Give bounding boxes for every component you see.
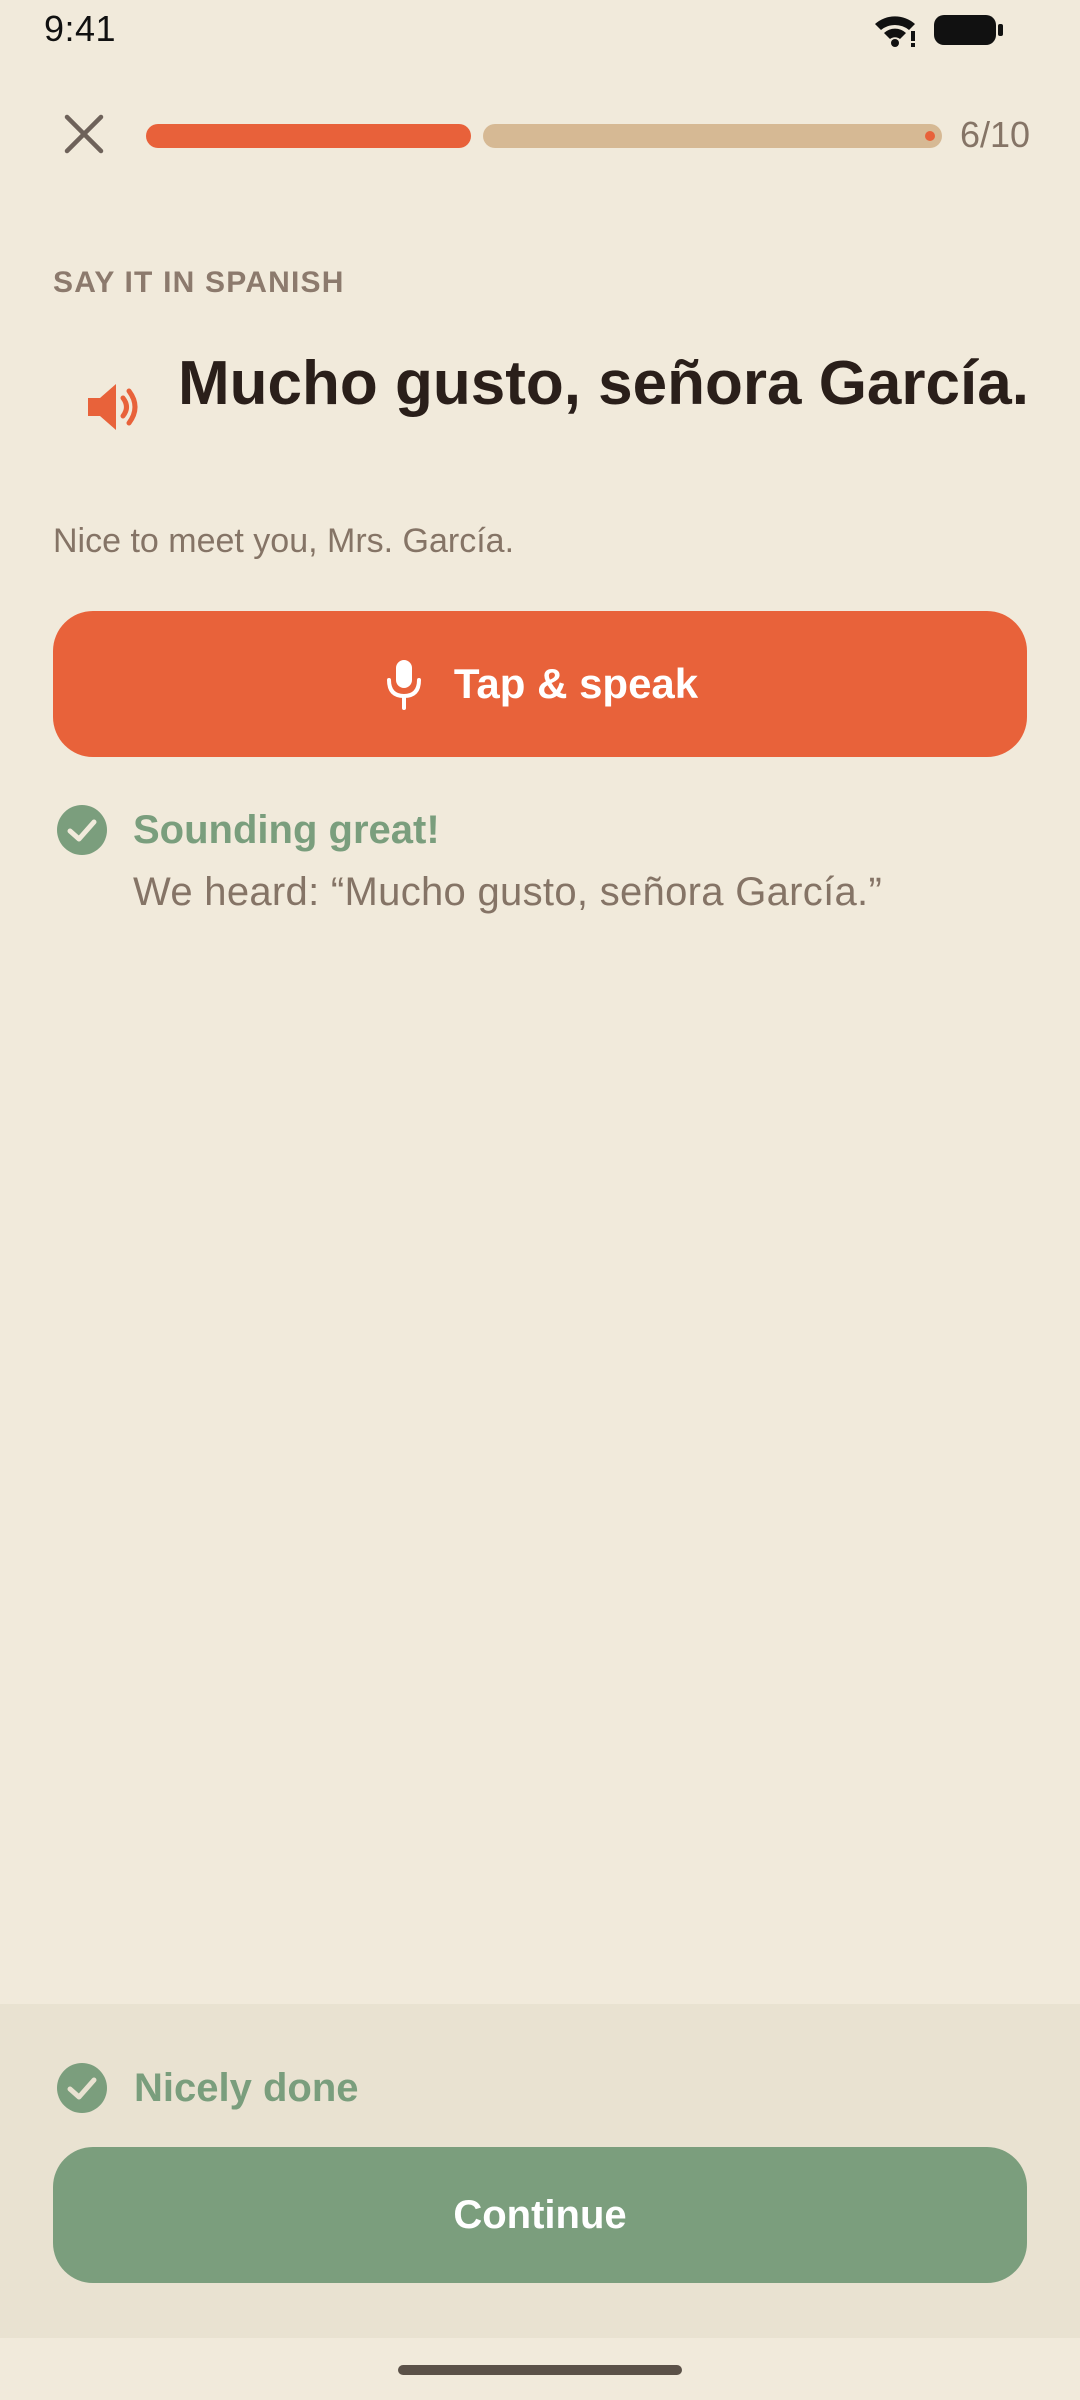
status-bar: 9:41: [0, 0, 1080, 62]
check-circle-icon: [57, 2063, 107, 2113]
feedback-title: Sounding great!: [133, 808, 440, 852]
check-circle-icon: [57, 805, 107, 855]
speaker-icon[interactable]: [84, 376, 146, 438]
tap-and-speak-label: Tap & speak: [453, 660, 699, 707]
close-button[interactable]: [54, 104, 114, 164]
continue-button[interactable]: Continue: [53, 2147, 1027, 2283]
progress-counter: 6/10: [960, 114, 1031, 155]
status-time: 9:41: [44, 8, 117, 49]
target-phrase: Mucho gusto, señora García.: [178, 349, 1029, 418]
wifi-icon: [875, 16, 915, 47]
close-icon: [64, 114, 104, 154]
feedback-transcript: We heard: “Mucho gusto, señora García.”: [133, 870, 883, 914]
progress-end-dot: [925, 131, 935, 141]
result-status: Nicely done: [134, 2066, 359, 2110]
lesson-progress-bar: [146, 124, 942, 148]
progress-fill: [146, 124, 471, 148]
progress-remaining: [483, 124, 942, 148]
lesson-screen: 9:41 6/10 SAY IT IN SPANISH Mucho gusto,…: [0, 0, 1080, 2400]
tap-and-speak-button[interactable]: Tap & speak: [53, 611, 1027, 757]
phrase-translation: Nice to meet you, Mrs. García.: [53, 522, 515, 560]
exercise-instruction: SAY IT IN SPANISH: [53, 266, 345, 299]
battery-icon: [934, 15, 1003, 45]
microphone-icon: [386, 660, 421, 710]
home-indicator[interactable]: [398, 2365, 682, 2375]
continue-label: Continue: [453, 2192, 627, 2237]
